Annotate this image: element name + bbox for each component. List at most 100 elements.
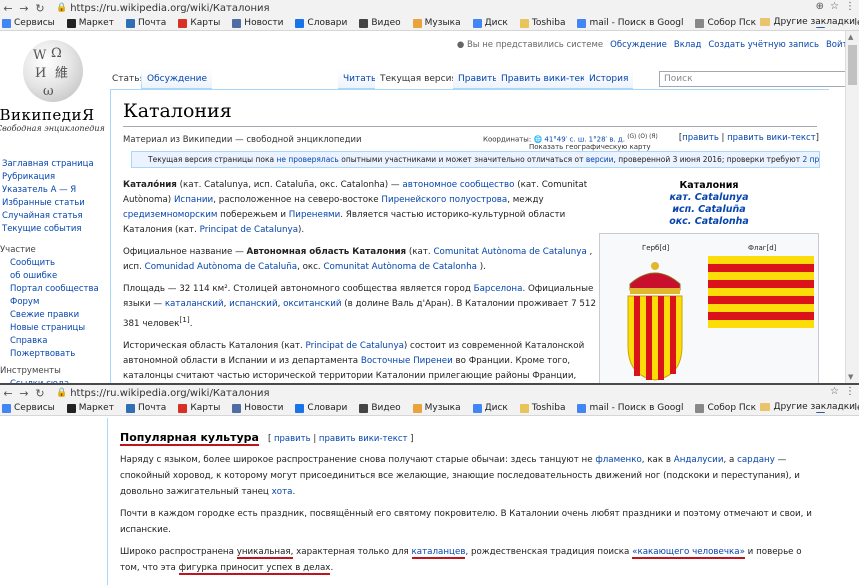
bookmark-icon [695,403,705,413]
bookmark-icon [359,18,369,28]
link-catalans[interactable]: каталанцев [411,547,466,559]
menu-icon[interactable]: ⋮ [845,386,855,397]
bookmark-item[interactable]: Карты [176,18,220,28]
infobox-name-cat[interactable]: кат. Catalunya [599,192,819,204]
infobox-name-oc[interactable]: окс. Catalonha [599,216,819,228]
bookmark-item[interactable]: Видео [357,403,401,413]
other-bookmarks[interactable]: Другие закладки [756,402,855,412]
globe-icon: WΩИ維ω [23,40,83,102]
culture-paragraph-3: Широко распространена уникальная, характ… [120,547,802,575]
wikipedia-logo[interactable]: WΩИ維ω ВикипедиЯ Свободная энциклопедия [0,40,105,133]
page-tabs: Статья Обсуждение Читать Текущая версия … [107,69,849,89]
bookmark-item[interactable]: Словари [293,18,347,28]
bookmark-icon [577,18,587,28]
bookmark-item[interactable]: Музыка [411,18,461,28]
bookmark-item[interactable]: Диск [471,403,508,413]
sidebar-link[interactable]: Текущие события [0,223,112,236]
tab-talk[interactable]: Обсуждение [142,69,213,89]
browser-window-bottom: ← → ↻ 🔒 https://ru.wikipedia.org/wiki/Ка… [0,383,859,585]
forward-icon[interactable]: → [16,387,32,400]
bookmark-icon [359,403,369,413]
url-field[interactable]: https://ru.wikipedia.org/wiki/Каталония [70,388,269,399]
sidebar-link[interactable]: об ошибке [0,270,112,283]
bookmark-item[interactable]: Почта [124,18,166,28]
reload-icon[interactable]: ↻ [32,387,48,400]
bookmark-item[interactable]: mail - Поиск в Googl [575,403,683,413]
not-logged-in: ● Вы не представились системе [456,40,604,50]
scroll-thumb[interactable] [848,45,857,85]
paragraph-area: Площадь — 32 114 км². Столицей автономно… [123,284,596,329]
tab-current-version[interactable]: Текущая версия [375,69,462,89]
sidebar-link[interactable]: Свежие правки [0,309,112,322]
sidebar-heading: Участие [0,245,36,255]
bookmark-item[interactable]: Toshiba [518,18,565,28]
lock-icon: 🔒 [56,3,68,13]
sidebar-link[interactable]: Пожертвовать [0,348,112,361]
sidebar-link[interactable]: Избранные статьи [0,197,112,210]
flag-icon[interactable] [708,256,814,328]
infobox-title: Каталония [679,180,739,191]
bookmark-item[interactable]: Музыка [411,403,461,413]
bookmark-item[interactable]: Новости [230,18,283,28]
sidebar-link[interactable]: Случайная статья [0,210,112,223]
bookmark-icon [2,18,11,28]
bookmark-item[interactable]: mail - Поиск в Googl [575,18,683,28]
other-bookmarks[interactable]: Другие закладки [756,17,855,27]
bookmark-item[interactable]: Toshiba [518,403,565,413]
talk-link[interactable]: Обсуждение [610,40,667,50]
bookmark-icon [295,18,305,28]
scrollbar[interactable]: ▲ ▼ [845,31,859,383]
section-edit-links: [ править | править вики-текст ] [267,434,414,444]
back-icon[interactable]: ← [0,387,16,400]
star-icon[interactable]: ☆ [830,1,839,12]
back-icon[interactable]: ← [0,2,16,15]
bookmark-item[interactable]: Новости [230,403,283,413]
bookmark-item[interactable]: Словари [293,403,347,413]
globe-small-icon: 🌐 [533,135,543,144]
bookmark-icon [577,403,587,413]
create-account-link[interactable]: Создать учётную запись [708,40,819,50]
infobox-name-esp[interactable]: исп. Cataluña [599,204,819,216]
bookmark-icon [412,403,422,413]
article-body: Катало́ния (кат. Catalunya, исп. Cataluñ… [123,178,601,383]
bookmark-item[interactable]: Диск [471,18,508,28]
bookmark-item[interactable]: Сервисы [0,403,55,413]
star-icon[interactable]: ☆ [830,386,839,397]
sidebar-link[interactable]: Форум [0,296,112,309]
bookmark-icon [232,18,242,28]
infobox-images: Герб[d] Флаг[d] [599,233,819,383]
sidebar-participation: Участие Сообщить об ошибке Портал сообществ… [0,242,112,361]
bookmark-item[interactable]: Видео [357,18,401,28]
search-input[interactable]: Поиск [659,71,849,87]
bookmark-item[interactable]: Маркет [65,403,114,413]
bookmark-item[interactable]: Сервисы [0,18,55,28]
tab-history[interactable]: История [584,69,634,89]
sidebar-link[interactable]: Указатель А — Я [0,184,112,197]
contributions-link[interactable]: Вклад [674,40,701,50]
underline-unique: уникальная, [236,547,294,559]
flag-label: Флаг[d] [748,244,777,252]
url-field[interactable]: https://ru.wikipedia.org/wiki/Каталония [70,3,269,14]
logo-tagline: Свободная энциклопедия [0,124,105,133]
sidebar-link[interactable]: Портал сообщества [0,283,112,296]
reload-icon[interactable]: ↻ [32,2,48,15]
culture-paragraph-1: Наряду с языком, более широкое распростр… [120,455,800,497]
zoom-icon[interactable]: ⊕ [816,1,824,12]
sidebar-link[interactable]: Новые страницы [0,322,112,335]
link-caganer[interactable]: «какающего человечка» [632,547,745,559]
sidebar-link[interactable]: Заглавная страница [0,158,112,171]
forward-icon[interactable]: → [16,2,32,15]
section-heading: Популярная культура [ править | править … [120,431,813,446]
bookmark-item[interactable]: Почта [124,403,166,413]
sidebar-link[interactable]: Рубрикация [0,171,112,184]
lock-icon: 🔒 [56,388,68,398]
sidebar-link[interactable]: Сообщить [0,257,112,270]
address-bar: ← → ↻ 🔒 https://ru.wikipedia.org/wiki/Ка… [0,0,859,16]
bookmark-item[interactable]: Карты [176,403,220,413]
menu-icon[interactable]: ⋮ [845,1,855,12]
bookmark-icon [295,403,305,413]
bookmark-item[interactable]: Маркет [65,18,114,28]
sidebar-navigation: Заглавная страница Рубрикация Указатель А … [0,158,112,236]
sidebar-link[interactable]: Справка [0,335,112,348]
coat-of-arms-icon[interactable] [622,254,688,382]
